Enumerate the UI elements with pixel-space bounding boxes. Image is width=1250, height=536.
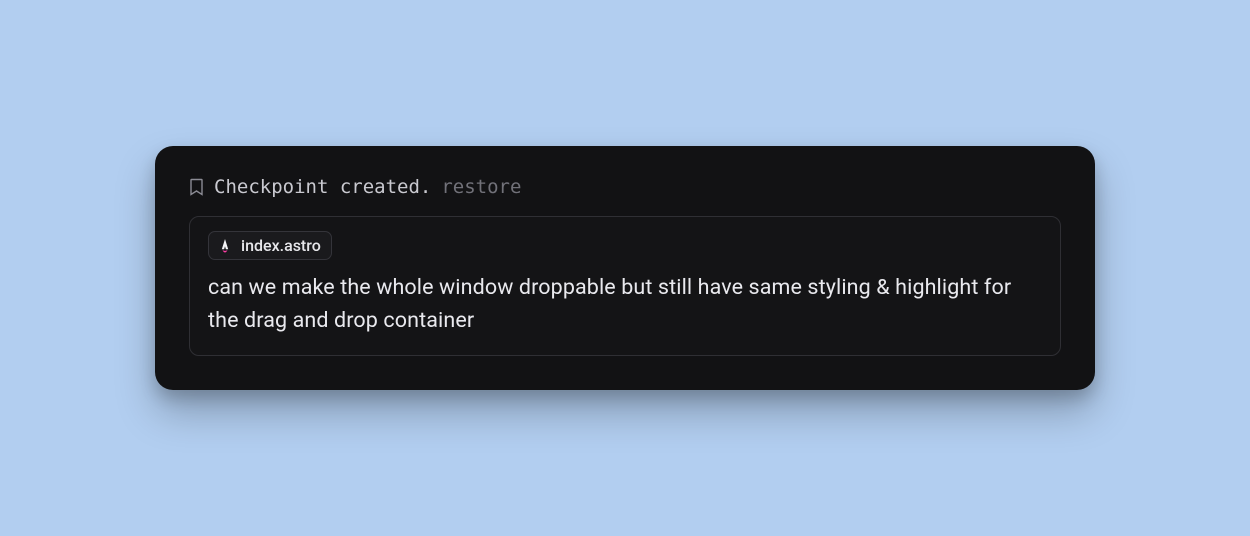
message-box[interactable]: index.astro can we make the whole window… [189,216,1061,356]
astro-icon [217,238,233,254]
checkpoint-row: Checkpoint created. restore [189,176,1061,198]
file-chip[interactable]: index.astro [208,231,332,260]
file-chip-label: index.astro [241,236,321,255]
checkpoint-status-text: Checkpoint created. [214,176,431,198]
chat-panel: Checkpoint created. restore index.astro … [155,146,1095,390]
bookmark-icon [189,178,204,196]
user-message-text: can we make the whole window droppable b… [208,272,1042,337]
restore-link[interactable]: restore [441,176,521,198]
